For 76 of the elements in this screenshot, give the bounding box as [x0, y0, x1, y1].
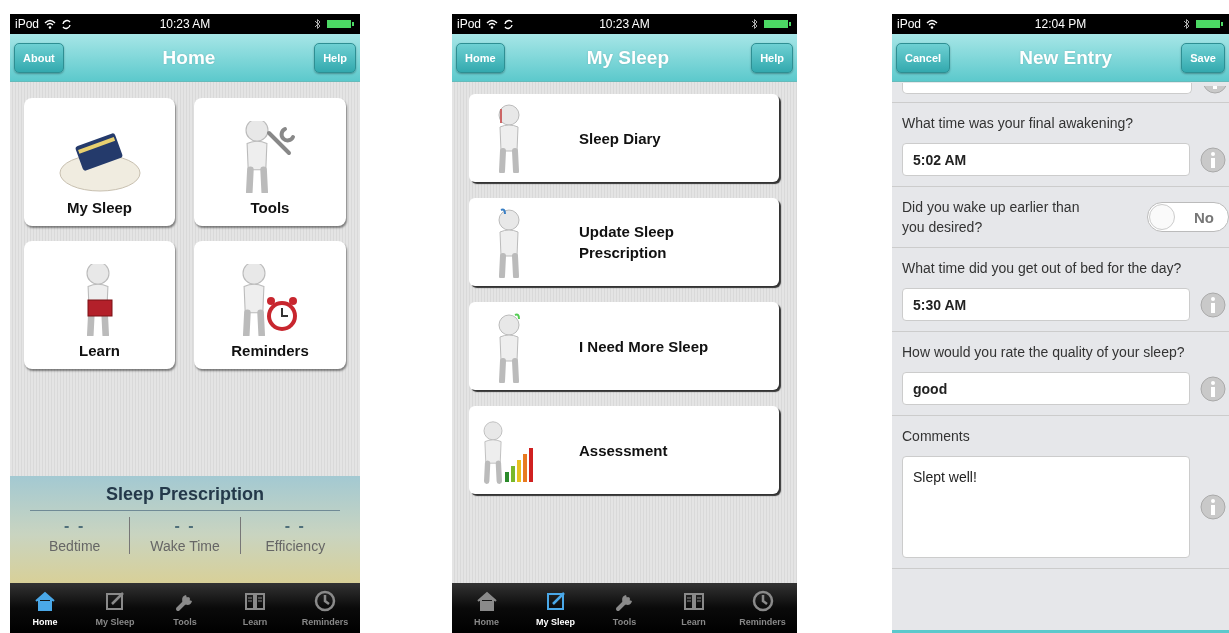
tab-item[interactable]: Learn [220, 583, 290, 633]
card-label: Sleep Diary [579, 128, 662, 149]
figure-with-wrench-drawing [244, 121, 296, 193]
wifi-icon [486, 19, 499, 29]
stat-value: - - [284, 517, 306, 535]
figure-with-alarm-clock-drawing [242, 264, 298, 336]
tile-label: Learn [79, 342, 120, 359]
status-time: 12:04 PM [1034, 17, 1087, 31]
tab-item[interactable]: My Sleep [80, 583, 150, 633]
screen-title: My Sleep [586, 46, 670, 69]
input-field[interactable]: 5:30 AM [902, 288, 1190, 321]
input-field[interactable] [902, 83, 1192, 94]
tile-label: Reminders [231, 342, 309, 359]
info-icon[interactable] [1200, 291, 1226, 318]
stat-value: - - [174, 517, 196, 535]
card-label: Assessment [579, 440, 669, 461]
tab-item[interactable]: Learn [659, 583, 728, 633]
menu-tile[interactable]: My Sleep [24, 98, 175, 226]
input-field[interactable]: 5:02 AM [902, 143, 1190, 176]
wifi-icon [926, 19, 939, 29]
screen-title: New Entry [1019, 46, 1113, 69]
carrier-name: iPod [15, 17, 40, 31]
menu-card[interactable]: Assessment [469, 406, 779, 494]
menu-tile[interactable]: Learn [24, 241, 175, 369]
sync-icon [503, 18, 515, 30]
screen-title: Home [162, 46, 216, 69]
toggle-switch[interactable]: No [1147, 202, 1229, 232]
menu-card[interactable]: I Need More Sleep [469, 302, 779, 390]
menu-card[interactable]: Sleep Diary [469, 94, 779, 182]
menu-tile[interactable]: Tools [194, 98, 346, 226]
tab-item[interactable]: My Sleep [521, 583, 590, 633]
tab-item[interactable]: Reminders [728, 583, 797, 633]
clock-icon [313, 589, 337, 613]
comment-box[interactable]: Slept well! [902, 456, 1190, 558]
battery-icon [764, 19, 792, 29]
tile-label: Tools [250, 199, 290, 216]
home-icon [33, 589, 57, 613]
question-label: Did you wake up earlier than you desired? [902, 198, 1081, 237]
info-icon[interactable] [1200, 375, 1226, 402]
battery-icon [1196, 19, 1224, 29]
input-field[interactable]: good [902, 372, 1190, 405]
tab-item[interactable]: Home [452, 583, 521, 633]
tile-label: My Sleep [67, 199, 132, 216]
tab-item[interactable]: Tools [590, 583, 659, 633]
stat-label: Bedtime [49, 538, 101, 554]
question-label: What time was your final awakening? [902, 114, 1135, 133]
clock-icon [750, 589, 775, 613]
card-label: Update Sleep Prescription [579, 222, 676, 263]
info-icon[interactable] [1200, 146, 1226, 173]
question-label: What time did you get out of bed for the day? [902, 259, 1183, 278]
bluetooth-icon [1183, 18, 1190, 30]
carrier-name: iPod [457, 17, 482, 31]
info-icon[interactable] [1200, 494, 1226, 520]
tab-item[interactable]: Home [10, 583, 80, 633]
menu-card[interactable]: Update Sleep Prescription [469, 198, 779, 286]
question-label: Comments [902, 427, 971, 446]
stat-label: Wake Time [150, 538, 220, 554]
bluetooth-icon [751, 18, 758, 30]
menu-tile[interactable]: Reminders [194, 241, 346, 369]
stat-label: Efficiency [265, 538, 326, 554]
stat-value: - - [64, 517, 86, 535]
status-time: 10:23 AM [599, 17, 650, 31]
carrier-name: iPod [897, 17, 922, 31]
sync-icon [61, 18, 73, 30]
wifi-icon [44, 19, 57, 29]
question-label: How would you rate the quality of your sleep? [902, 343, 1186, 362]
panel-title: Sleep Prescription [105, 484, 265, 505]
tab-item[interactable]: Tools [150, 583, 220, 633]
battery-icon [327, 19, 355, 29]
bluetooth-icon [314, 18, 321, 30]
figure-reading-book-drawing [85, 264, 114, 336]
figure-drawing [497, 103, 521, 173]
card-label: I Need More Sleep [579, 336, 710, 357]
tab-item[interactable]: Reminders [290, 583, 360, 633]
status-time: 10:23 AM [159, 17, 211, 31]
edit-icon [103, 589, 127, 613]
